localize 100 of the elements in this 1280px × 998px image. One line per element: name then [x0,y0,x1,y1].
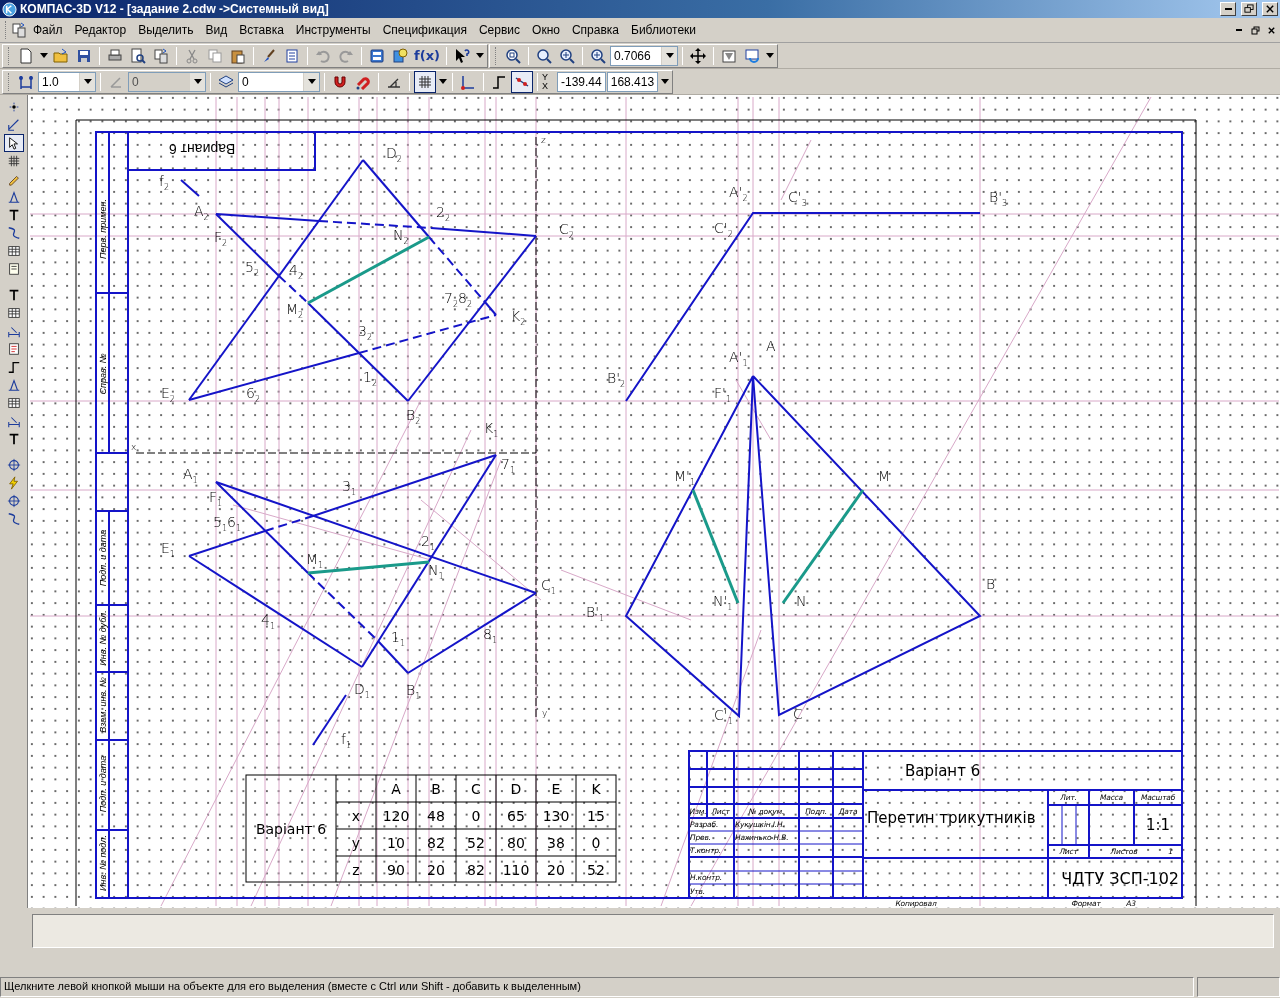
point-label: C'$_{2}$ [714,221,733,241]
caret-icon [475,53,484,58]
restore-button[interactable] [1241,2,1257,16]
point-label: D$_{1}$ [354,682,370,702]
status-text: Щелкните левой кнопкой мыши на объекте для его выделения (вместе с Ctrl или Shift - добавить к выделенным) [0,977,1194,997]
scale-field[interactable]: 0.7066 [610,45,678,66]
menu-item[interactable]: Справка [565,22,625,38]
point-label: F$_{2}$ [214,230,228,250]
caret-icon [193,79,202,84]
printer-icon [107,47,123,64]
stamp-label: Подп. и дата [97,754,108,815]
point-label: D$_{2}$ [386,146,402,166]
axis-label: y [542,707,548,720]
table-icon [6,244,21,258]
point-label: 4$_{1}$ [261,613,275,633]
scissors-icon [184,47,200,64]
document-title: Варіант 6 [905,761,981,780]
snap-button[interactable] [511,70,533,93]
table-icon [6,306,21,320]
document-code: ЧДТУ ЗСП-102 [1061,868,1179,888]
close-button[interactable] [1262,2,1278,16]
refresh-icon [744,47,760,64]
menu-item[interactable]: Сервис [472,22,527,38]
caret-icon [83,79,92,84]
library-icon [392,47,408,64]
point-label: 5$_{1}$6$_{1}$ [213,515,242,535]
documents-icon [153,47,169,64]
table-cell: 130 [542,807,570,824]
menu-item[interactable]: Выделить [132,22,200,38]
app-logo-icon [2,1,17,17]
stamp-label: Инв. № дубл. [97,608,108,668]
point-label: f$_{2}$ [159,174,170,194]
menu-item[interactable]: Инструменты [289,22,377,38]
grid-button[interactable] [414,70,436,93]
table-cell: 82 [467,861,485,878]
magnet-icon [332,73,348,90]
point-label: B'$_{3}$ [989,190,1008,210]
x-coordinate-field[interactable]: -139.44 [557,71,606,92]
step-field[interactable]: 1.0 [38,71,96,92]
table-cell: 15 [587,807,605,824]
column-header: A [391,780,401,797]
polyline-icon [491,73,507,90]
point-label: K$_{2}$ [511,309,526,329]
report-icon [6,262,21,276]
caret-icon [765,53,774,58]
step-icon [18,73,34,90]
polyline-icon [6,360,21,374]
point-label: 2$_{2}$ [436,205,450,225]
documents-icon [11,22,27,38]
row-header: x [351,807,361,824]
paste-icon [230,47,246,64]
stamp-text: Вариант 6 [169,141,236,157]
grid-icon [6,154,21,168]
table-cell: 80 [507,834,525,851]
dimension-icon [6,118,21,132]
point-label: B'$_{1}$ [586,605,605,625]
menu-item[interactable]: Вставка [233,22,290,38]
folder-icon [53,47,69,64]
point-label: M$_{1}$ [306,552,324,572]
column-header: B [431,780,441,797]
axes-icon [460,73,476,90]
tool-button[interactable] [3,134,24,152]
point-label: B$_{2}$ [406,408,421,428]
crosshair-icon [6,494,21,508]
restore-button[interactable] [1248,24,1262,36]
point-label: 7$_{1}$ [501,457,515,477]
table-cell: 0 [471,807,481,824]
menu-item[interactable]: Файл [27,22,69,38]
point-label: B [986,577,996,591]
column-header: C [471,780,481,797]
menu-item[interactable]: Спецификация [376,22,473,38]
point-label: N$_{2}$ [393,228,409,248]
point-label: F'$_{1}$ [714,386,731,406]
formula-button[interactable]: f(x) [412,44,442,67]
point-label: 7$_{2}$8$_{2}$ [444,291,473,311]
table-cell: 38 [547,834,565,851]
y-coordinate-field[interactable]: 168.413 [606,71,659,92]
help-cursor-icon [454,47,470,64]
table-cell: 20 [547,861,565,878]
menu-item[interactable]: Окно [526,22,566,38]
table-icon [6,396,21,410]
lightning-icon [6,476,21,490]
stamp-label: Справ. № [97,352,108,397]
restore-icon [1244,4,1254,14]
point-label: E$_{2}$ [161,386,175,406]
minimize-icon [1224,8,1232,10]
column-header: D [510,780,522,797]
menu-item[interactable]: Библиотеки [625,22,703,38]
layer-field[interactable]: 0 [238,71,320,92]
menu-item[interactable]: Редактор [68,22,133,38]
grid-icon [417,73,433,90]
print-preview-icon [130,47,146,64]
point-label: C [793,707,803,721]
row-header: z [352,861,360,878]
scale-value: 1:1 [1145,816,1171,834]
point-label: F$_{1}$ [209,490,223,510]
minimize-button[interactable] [1220,2,1236,16]
menu-item[interactable]: Вид [199,22,234,38]
point-label: K$_{1}$ [484,421,499,441]
point-label: C$_{2}$ [559,222,574,242]
